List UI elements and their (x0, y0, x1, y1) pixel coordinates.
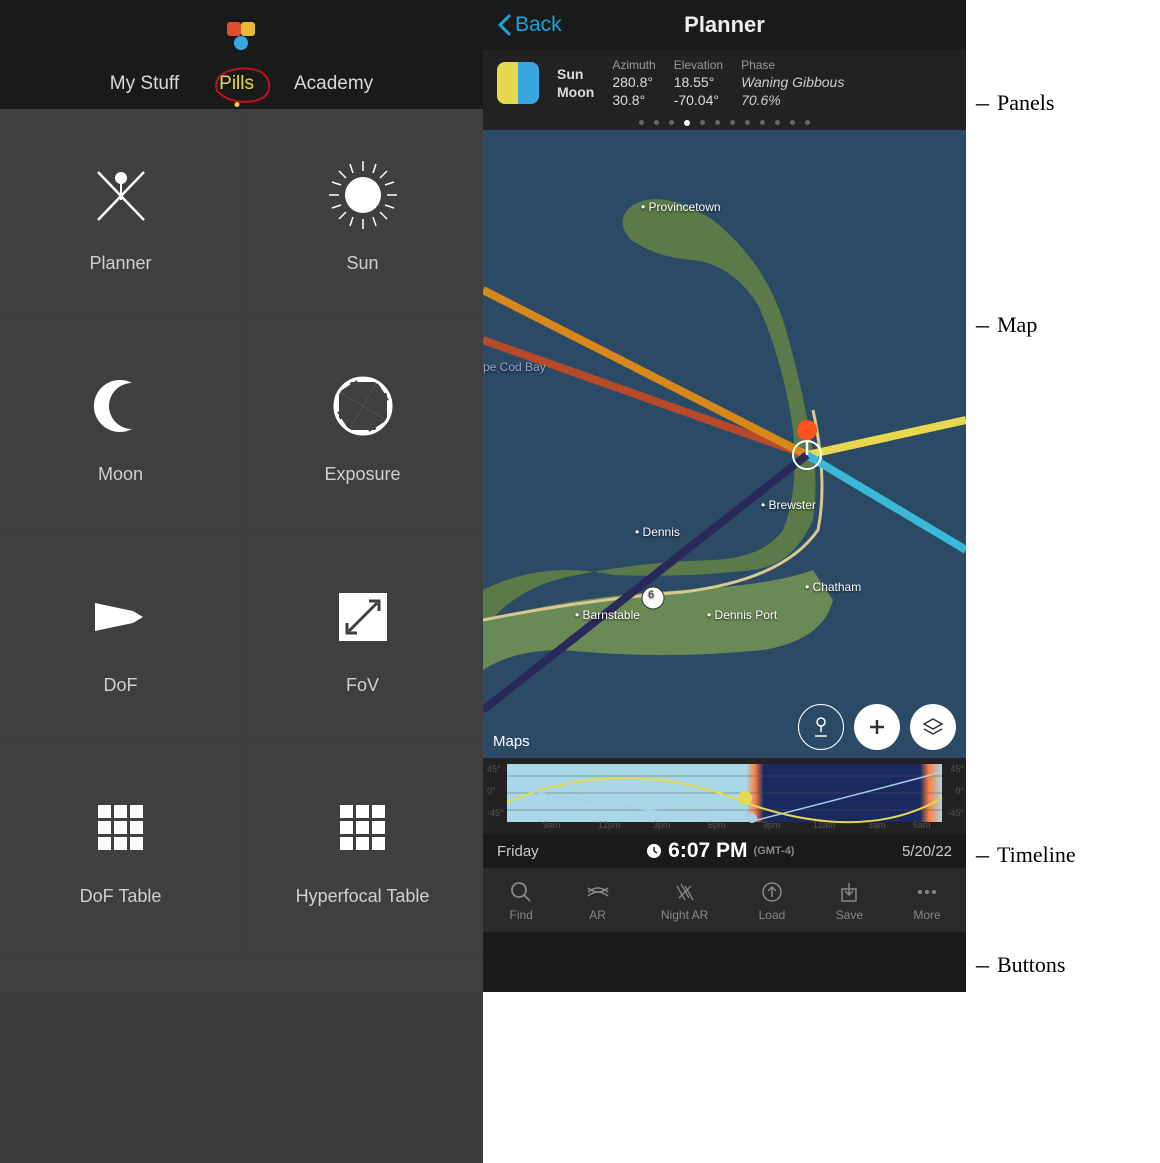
tl-x-tick: 12pm (598, 820, 621, 830)
elevation-sun: 18.55° (674, 74, 723, 90)
town-barnstable: • Barnstable (575, 608, 640, 622)
app-logo (227, 22, 257, 55)
fov-icon (323, 577, 403, 657)
pill-label: DoF Table (80, 886, 162, 907)
tl-y-tick: -45° (487, 808, 504, 818)
pill-fov[interactable]: FoV (242, 531, 483, 741)
load-button[interactable]: Load (759, 879, 786, 922)
info-panel[interactable]: Sun Moon Azimuth 280.8° 30.8° Elevation … (483, 50, 966, 114)
pill-hyperfocal-table[interactable]: Hyperfocal Table (242, 742, 483, 952)
timeline[interactable]: 45° 0° -45° 45° 0° -45° 9am 12pm 3pm 6pm… (483, 758, 966, 834)
map-attribution: Maps (493, 733, 530, 750)
planner-icon (81, 155, 161, 235)
azimuth-sun: 280.8° (612, 74, 655, 90)
aperture-icon (323, 366, 403, 446)
azimuth-header: Azimuth (612, 58, 655, 72)
page-title: Planner (684, 12, 765, 38)
town-dennis: • Dennis (635, 525, 680, 539)
town-brewster: • Brewster (761, 498, 816, 512)
map-view[interactable]: • Provincetown pe Cod Bay • Brewster • D… (483, 130, 966, 758)
tl-x-tick: 3am (868, 820, 886, 830)
phase-header: Phase (741, 58, 844, 72)
search-icon (508, 879, 534, 905)
phase-percent: 70.6% (741, 92, 844, 108)
pill-planner[interactable]: Planner (0, 109, 241, 319)
pill-label: Moon (98, 464, 143, 485)
town-provincetown: • Provincetown (641, 200, 721, 214)
date-value: 5/20/22 (902, 843, 952, 860)
sun-moon-icon (497, 62, 539, 104)
find-button[interactable]: Find (508, 879, 534, 922)
grid-icon (81, 788, 161, 868)
tl-y-tick: 45° (950, 764, 964, 774)
night-ar-icon (672, 879, 698, 905)
map-add-button[interactable] (854, 704, 900, 750)
tl-y-tick: -45° (947, 808, 964, 818)
dof-cone-icon (81, 577, 161, 657)
tl-x-tick: 9am (543, 820, 561, 830)
time-row[interactable]: Friday 6:07 PM (GMT-4) 5/20/22 (483, 834, 966, 868)
annotation-buttons: –Buttons (976, 950, 1065, 980)
route-shield: 6 (648, 589, 654, 601)
pill-exposure[interactable]: Exposure (242, 320, 483, 530)
pill-label: Sun (346, 253, 378, 274)
elevation-header: Elevation (674, 58, 723, 72)
tl-x-tick: 6am (913, 820, 931, 830)
pill-dof-table[interactable]: DoF Table (0, 742, 241, 952)
timezone: (GMT-4) (754, 845, 795, 857)
annotation-timeline: –Timeline (976, 840, 1076, 870)
tab-academy[interactable]: Academy (294, 73, 373, 95)
pill-sun[interactable]: Sun (242, 109, 483, 319)
town-chatham: • Chatham (805, 580, 861, 594)
more-icon (914, 879, 940, 905)
chevron-left-icon (497, 14, 511, 36)
phase-name: Waning Gibbous (741, 74, 844, 90)
ar-icon (585, 879, 611, 905)
pill-label: FoV (346, 675, 379, 696)
map-layers-button[interactable] (910, 704, 956, 750)
page-indicator[interactable] (483, 114, 966, 130)
night-ar-button[interactable]: Night AR (661, 879, 708, 922)
more-button[interactable]: More (913, 879, 940, 922)
tl-x-tick: 3pm (653, 820, 671, 830)
annotation-panels: –Panels (976, 88, 1054, 118)
azimuth-moon: 30.8° (612, 92, 655, 108)
pill-moon[interactable]: Moon (0, 320, 241, 530)
grid-icon (323, 788, 403, 868)
pill-label: Planner (89, 253, 151, 274)
pill-label: DoF (103, 675, 137, 696)
map-pin-button[interactable] (798, 704, 844, 750)
body-moon-label: Moon (557, 84, 594, 100)
body-sun-label: Sun (557, 66, 594, 82)
moon-icon (81, 366, 161, 446)
bay-label: pe Cod Bay (483, 360, 546, 374)
tab-pills[interactable]: Pills (219, 73, 254, 95)
town-dennis-port: • Dennis Port (707, 608, 777, 622)
annotation-map: –Map (976, 310, 1037, 340)
sun-icon (323, 155, 403, 235)
back-button[interactable]: Back (497, 13, 562, 37)
tl-x-tick: 9pm (763, 820, 781, 830)
tl-y-tick: 0° (955, 786, 964, 796)
upload-icon (759, 879, 785, 905)
clock-icon (646, 843, 662, 859)
elevation-moon: -70.04° (674, 92, 723, 108)
tab-my-stuff[interactable]: My Stuff (110, 73, 179, 95)
download-icon (836, 879, 862, 905)
tl-x-tick: 6pm (708, 820, 726, 830)
pill-label: Hyperfocal Table (296, 886, 430, 907)
tl-y-tick: 0° (487, 786, 496, 796)
tl-y-tick: 45° (487, 764, 501, 774)
ar-button[interactable]: AR (585, 879, 611, 922)
pill-label: Exposure (324, 464, 400, 485)
save-button[interactable]: Save (836, 879, 863, 922)
day-label: Friday (497, 843, 539, 860)
pill-dof[interactable]: DoF (0, 531, 241, 741)
time-value: 6:07 PM (668, 839, 747, 863)
tl-x-tick: 12am (813, 820, 836, 830)
